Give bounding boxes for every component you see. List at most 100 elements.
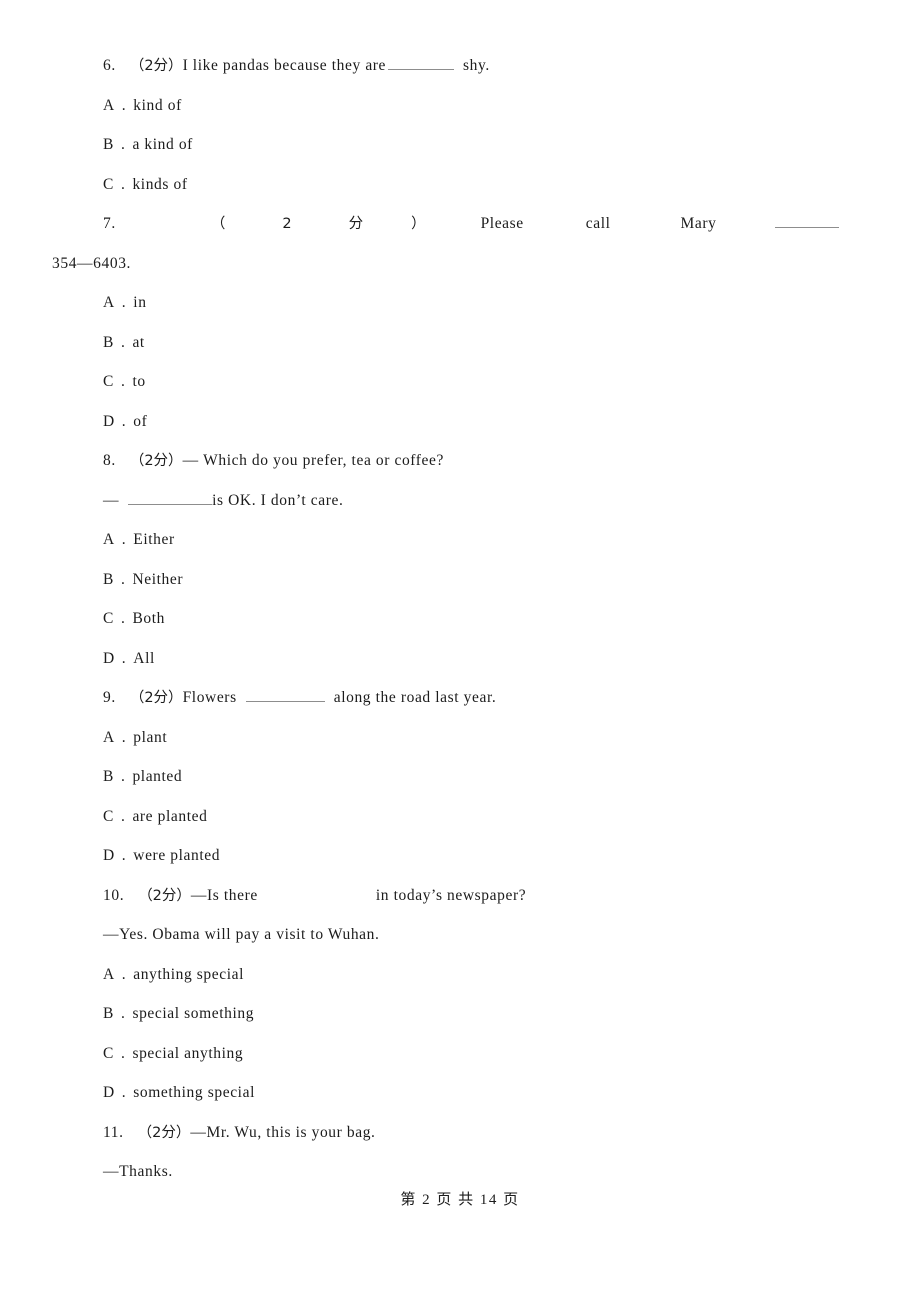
option-letter: B [103, 768, 114, 785]
option-item[interactable]: C. Both [52, 599, 868, 639]
option-text: All [133, 649, 155, 667]
option-text: to [132, 373, 146, 390]
question-marks: （2分） [137, 1124, 191, 1141]
question-stem: 6. （2分）I like pandas because they are shy. [52, 46, 868, 86]
option-separator: . [121, 649, 127, 667]
question-marks: （2分） [129, 453, 183, 469]
option-separator: . [121, 96, 127, 114]
question-word: Please [480, 215, 524, 232]
question-list: 6. （2分）I like pandas because they are shy.… [52, 46, 868, 1192]
question-number: 8. [103, 452, 116, 469]
option-separator: . [121, 531, 127, 548]
option-separator: . [120, 1005, 126, 1022]
option-separator: . [120, 333, 126, 351]
question-stem: 11. （2分）—Mr. Wu, this is your bag. [52, 1113, 868, 1153]
question-number: 7. [103, 215, 116, 232]
option-text: something special [133, 1084, 255, 1101]
option-separator: . [120, 610, 126, 627]
option-text: special anything [132, 1044, 244, 1062]
option-text: were planted [133, 847, 221, 864]
option-letter: A [103, 96, 115, 114]
footer-middle: 页 共 [436, 1192, 475, 1208]
option-item[interactable]: C. to [52, 362, 868, 402]
option-item[interactable]: D. were planted [52, 836, 868, 876]
option-item[interactable]: C. are planted [52, 797, 868, 837]
question-stem-continuation: —Yes. Obama will pay a visit to Wuhan. [52, 915, 868, 955]
question-number: 11. [103, 1123, 124, 1141]
option-separator: . [120, 373, 126, 390]
option-item[interactable]: C. kinds of [52, 165, 868, 205]
question-stem-continuation: 354—6403. [52, 244, 868, 284]
answer-blank [774, 214, 839, 228]
option-item[interactable]: D. something special [52, 1073, 868, 1113]
question-text-before: Flowers [182, 689, 237, 706]
option-text: planted [132, 768, 183, 785]
option-text: a kind of [132, 136, 193, 153]
option-separator: . [121, 965, 127, 983]
question-text-after: along the road last year. [333, 689, 497, 706]
question-marks-value: 2 [282, 216, 292, 232]
option-item[interactable]: A. kind of [52, 86, 868, 126]
option-separator: . [120, 136, 126, 153]
question-marks: （2分） [138, 887, 191, 904]
option-text: special something [132, 1005, 255, 1022]
option-item[interactable]: B. planted [52, 757, 868, 797]
option-letter: C [103, 807, 114, 825]
option-text: kinds of [132, 175, 188, 193]
option-letter: C [103, 175, 114, 193]
option-text: are planted [132, 807, 208, 825]
option-separator: . [120, 768, 126, 785]
option-item[interactable]: B. Neither [52, 560, 868, 600]
option-letter: A [103, 728, 115, 746]
question-number: 10. [103, 886, 125, 904]
option-text: of [133, 412, 148, 430]
option-item[interactable]: B. at [52, 323, 868, 363]
option-letter: C [103, 1044, 114, 1062]
option-item[interactable]: D. of [52, 402, 868, 442]
question-number: 6. [103, 57, 116, 74]
option-letter: C [103, 373, 114, 390]
option-separator: . [120, 807, 126, 825]
option-letter: C [103, 610, 114, 627]
question-stem: 8. （2分）— Which do you prefer, tea or coff… [52, 441, 868, 481]
question-stem-continuation: —Thanks. [52, 1152, 868, 1192]
footer-total-pages: 14 [479, 1192, 498, 1208]
question-number: 9. [103, 689, 116, 706]
option-letter: B [103, 570, 114, 588]
question-text-after: is OK. I don’t care. [212, 491, 344, 509]
option-item[interactable]: D. All [52, 639, 868, 679]
question-stem: 7. （ 2 分 ） Please call Mary [52, 204, 868, 244]
option-text: Either [133, 531, 175, 548]
option-separator: . [120, 1044, 126, 1062]
option-separator: . [121, 294, 127, 311]
option-item[interactable]: C. special anything [52, 1034, 868, 1074]
option-letter: A [103, 965, 115, 983]
question-marks-close-paren: ） [411, 216, 426, 232]
question-text-second-line: —Thanks. [103, 1163, 173, 1180]
option-letter: A [103, 531, 115, 548]
option-text: Both [132, 610, 165, 627]
option-item[interactable]: A. Either [52, 520, 868, 560]
question-stem: 9. （2分）Flowers along the road last year. [52, 678, 868, 718]
option-item[interactable]: A. anything special [52, 955, 868, 995]
answer-blank [128, 491, 213, 505]
option-letter: A [103, 294, 115, 311]
option-separator: . [120, 570, 126, 588]
option-letter: D [103, 847, 115, 864]
option-item[interactable]: A. in [52, 283, 868, 323]
question-marks: （2分） [129, 690, 183, 706]
page-footer: 第 2 页 共 14 页 [0, 1188, 920, 1209]
question-marks-open-paren: （ [210, 216, 226, 232]
option-text: plant [133, 728, 168, 746]
question-marks-unit: 分 [348, 216, 364, 232]
option-text: kind of [133, 96, 182, 114]
option-item[interactable]: B. special something [52, 994, 868, 1034]
question-text-after: shy. [463, 57, 490, 74]
answer-blank [388, 56, 455, 70]
question-marks: （2分） [129, 58, 183, 74]
option-item[interactable]: A. plant [52, 718, 868, 758]
option-item[interactable]: B. a kind of [52, 125, 868, 165]
option-text: Neither [132, 570, 184, 588]
question-stem-continuation: — is OK. I don’t care. [52, 481, 868, 521]
question-text: —Mr. Wu, this is your bag. [190, 1123, 376, 1141]
